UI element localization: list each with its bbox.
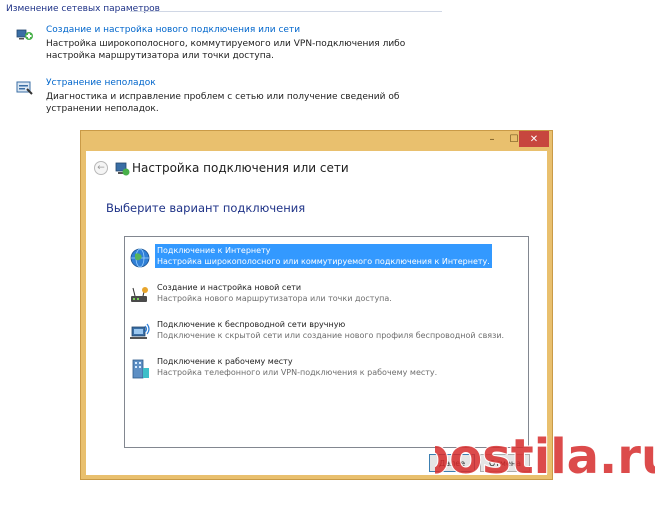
watermark-text: postila.ru [435,429,655,485]
section-title: Изменение сетевых параметров [6,4,160,14]
option-internet[interactable]: Подключение к Интернету Настройка широко… [127,244,526,272]
option-workplace-text: Подключение к рабочему месту Настройка т… [155,355,439,379]
wireless-network-icon [130,323,150,339]
option-wireless[interactable]: Подключение к беспроводной сети вручную … [127,318,526,346]
close-button[interactable]: ✕ [519,131,549,147]
network-setup-icon [16,29,33,40]
option-workplace[interactable]: Подключение к рабочему месту Настройка т… [127,355,526,383]
option-wireless-description: Подключение к скрытой сети или создание … [157,331,505,340]
option-new-network-title: Создание и настройка новой сети [157,283,302,292]
option-workplace-description: Настройка телефонного или VPN-подключени… [157,368,438,377]
window-titlebar[interactable]: – ☐ ✕ [81,131,552,151]
internet-globe-icon [130,248,150,268]
network-wizard-icon [115,162,130,176]
back-button[interactable]: ← [94,161,108,175]
option-new-network-text: Создание и настройка новой сети Настройк… [155,281,394,305]
workplace-icon [132,359,149,379]
option-internet-text: Подключение к Интернету Настройка широко… [155,244,492,268]
troubleshoot-icon [16,81,33,95]
option-wireless-text: Подключение к беспроводной сети вручную … [155,318,506,342]
option-workplace-title: Подключение к рабочему месту [157,357,293,366]
network-setup-link[interactable]: Создание и настройка нового подключения … [46,25,300,35]
section-header: Изменение сетевых параметров [6,4,442,18]
choose-option-heading: Выберите вариант подключения [106,201,306,215]
option-internet-title: Подключение к Интернету [157,246,271,255]
minimize-button[interactable]: – [481,131,503,147]
troubleshoot-description: Диагностика и исправление проблем с сеть… [46,92,400,114]
option-new-network[interactable]: Создание и настройка новой сети Настройк… [127,281,526,309]
option-new-network-description: Настройка нового маршрутизатора или точк… [157,294,392,303]
troubleshoot-link[interactable]: Устранение неполадок [46,78,156,88]
option-wireless-title: Подключение к беспроводной сети вручную [157,320,346,329]
network-setup-description: Настройка широкополосного, коммутируемог… [46,39,406,61]
postila-watermark: postila.ru [435,428,655,486]
option-internet-description: Настройка широкополосного или коммутируе… [157,257,490,266]
new-network-icon [131,287,148,302]
section-divider [130,11,442,12]
window-title: Настройка подключения или сети [132,161,349,175]
